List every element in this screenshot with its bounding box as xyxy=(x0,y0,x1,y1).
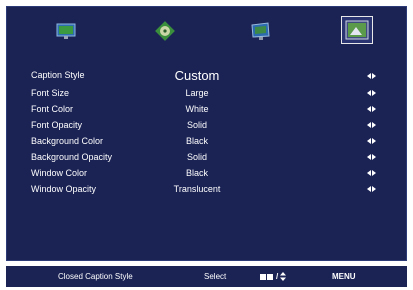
row-label: Background Opacity xyxy=(31,152,113,162)
up-down-arrows-icon xyxy=(280,272,287,281)
row-value: White xyxy=(185,104,209,114)
menu-row-window-opacity[interactable]: Window Opacity Translucent xyxy=(7,181,408,197)
left-right-arrows-icon[interactable] xyxy=(364,117,378,133)
picture-icon xyxy=(341,16,373,44)
row-value: Solid xyxy=(186,152,207,162)
caption-settings-list: Caption Style Custom Font Size Large Fon… xyxy=(7,66,408,197)
left-right-arrows-icon[interactable] xyxy=(364,85,378,101)
row-value: Black xyxy=(185,168,208,178)
remote-nav-icon xyxy=(260,273,273,280)
menu-tabs xyxy=(7,7,408,57)
left-right-arrows-icon[interactable] xyxy=(364,149,378,165)
row-label: Window Opacity xyxy=(31,184,97,194)
menu-row-font-opacity[interactable]: Font Opacity Solid xyxy=(7,117,408,133)
menu-row-background-color[interactable]: Background Color Black xyxy=(7,133,408,149)
screen: Caption Style Custom Font Size Large Fon… xyxy=(0,0,413,290)
select-hint: Select xyxy=(204,272,227,281)
nav-separator: / xyxy=(276,272,279,281)
row-value: Solid xyxy=(186,120,207,130)
row-label: Font Opacity xyxy=(31,120,83,130)
menu-row-caption-style[interactable]: Caption Style Custom xyxy=(7,66,408,85)
left-right-arrows-icon[interactable] xyxy=(364,165,378,181)
tab-media[interactable] xyxy=(149,17,181,45)
row-value: Large xyxy=(185,88,209,98)
menu-row-font-size[interactable]: Font Size Large xyxy=(7,85,408,101)
left-right-arrows-icon[interactable] xyxy=(364,101,378,117)
tab-picture[interactable] xyxy=(340,15,374,45)
footer-title: Closed Caption Style xyxy=(58,272,133,281)
row-value: Custom xyxy=(174,68,220,83)
monitor-icon xyxy=(56,23,76,39)
tab-display[interactable] xyxy=(50,17,82,45)
menu-hint: MENU xyxy=(332,272,356,281)
left-right-arrows-icon[interactable] xyxy=(364,66,378,85)
row-label: Font Size xyxy=(31,88,70,98)
menu-row-window-color[interactable]: Window Color Black xyxy=(7,165,408,181)
row-value: Black xyxy=(185,136,208,146)
menu-row-background-opacity[interactable]: Background Opacity Solid xyxy=(7,149,408,165)
row-value: Translucent xyxy=(173,184,221,194)
screen-tilt-icon xyxy=(251,22,270,40)
left-right-arrows-icon[interactable] xyxy=(364,181,378,197)
disc-icon xyxy=(155,21,175,41)
row-label: Background Color xyxy=(31,136,104,146)
navigation-hint: / xyxy=(260,266,287,287)
row-label: Caption Style xyxy=(31,70,85,80)
row-label: Window Color xyxy=(31,168,88,178)
row-label: Font Color xyxy=(31,104,74,114)
footer-bar: Closed Caption Style Select / MENU xyxy=(6,266,407,287)
settings-panel: Caption Style Custom Font Size Large Fon… xyxy=(6,6,407,261)
tab-setup[interactable] xyxy=(245,17,277,45)
left-right-arrows-icon[interactable] xyxy=(364,133,378,149)
menu-row-font-color[interactable]: Font Color White xyxy=(7,101,408,117)
